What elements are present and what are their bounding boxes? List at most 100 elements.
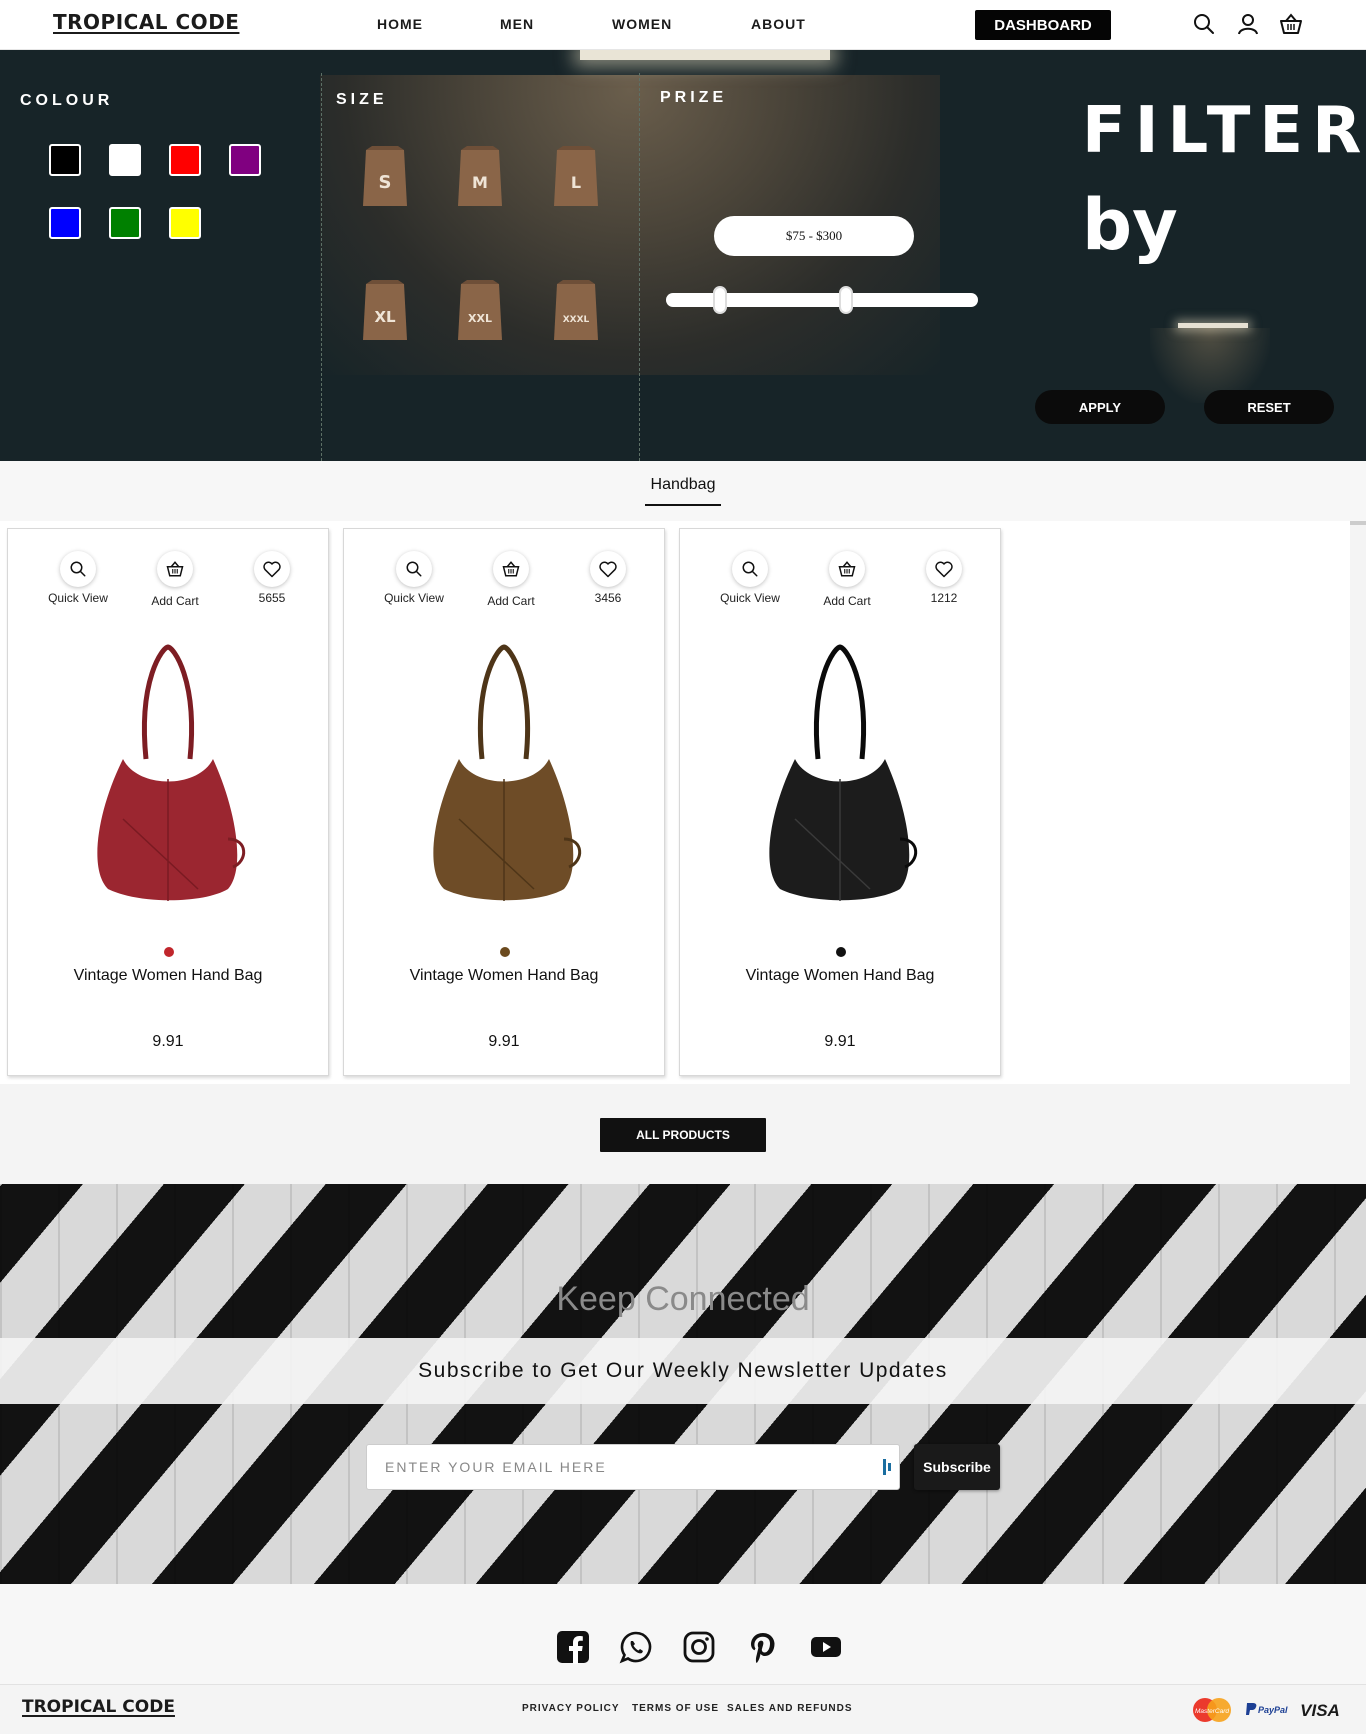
quick-view-button[interactable]: Quick View (366, 551, 462, 605)
search-icon[interactable] (1192, 12, 1216, 36)
like-button[interactable]: 1212 (896, 551, 992, 605)
like-count: 5655 (258, 591, 286, 605)
colour-title: COLOUR (20, 92, 114, 109)
like-button[interactable]: 3456 (560, 551, 656, 605)
colour-swatch-red[interactable] (169, 144, 201, 176)
product-price: 9.91 (488, 1033, 520, 1050)
product-name[interactable]: Vintage Women Hand Bag (344, 967, 664, 985)
add-cart-button[interactable]: Add Cart (463, 551, 559, 608)
newsletter-section: Keep Connected Subscribe to Get Our Week… (0, 1184, 1366, 1584)
scrollbar[interactable] (1350, 521, 1366, 525)
product-card[interactable]: Quick View Add Cart 3456 Vintage Women H… (343, 528, 665, 1076)
footer: TROPICAL CODE PRIVACY POLICY TERMS OF US… (0, 1684, 1366, 1734)
filter-heading: FILTER (1082, 94, 1366, 168)
svg-text:XXL: XXL (468, 312, 492, 325)
sales-and-refunds-link[interactable]: SALES AND REFUNDS (727, 1703, 853, 1714)
product-image[interactable] (404, 639, 604, 909)
product-image[interactable] (68, 639, 268, 909)
basket-icon[interactable] (1279, 12, 1303, 36)
quick-view-button[interactable]: Quick View (30, 551, 126, 605)
email-input[interactable] (366, 1444, 900, 1490)
add-cart-button[interactable]: Add Cart (799, 551, 895, 608)
color-dot (164, 947, 174, 957)
basket-icon (166, 561, 184, 577)
svg-text:L: L (571, 173, 581, 192)
quick-view-label: Quick View (384, 591, 444, 605)
search-icon (742, 561, 758, 577)
colour-swatch-yellow[interactable] (169, 207, 201, 239)
colour-swatch-green[interactable] (109, 207, 141, 239)
colour-swatch-white[interactable] (109, 144, 141, 176)
size-option-xxxl[interactable]: XXXL (551, 280, 601, 344)
wall-light (1178, 323, 1248, 328)
heart-icon (599, 561, 617, 578)
dashboard-button[interactable]: DASHBOARD (975, 10, 1111, 40)
add-cart-label: Add Cart (151, 594, 199, 608)
facebook-icon[interactable] (556, 1630, 590, 1664)
size-option-xxl[interactable]: XXL (455, 280, 505, 344)
search-icon (406, 561, 422, 577)
add-cart-label: Add Cart (823, 594, 871, 608)
like-count: 3456 (594, 591, 622, 605)
price-title: PRIZE (660, 89, 728, 106)
site-logo[interactable]: TROPICAL CODE (53, 10, 239, 34)
subscribe-button[interactable]: Subscribe (914, 1444, 1000, 1490)
product-name[interactable]: Vintage Women Hand Bag (680, 967, 1000, 985)
basket-icon (838, 561, 856, 577)
product-card[interactable]: Quick View Add Cart 5655 Vintage Women H… (7, 528, 329, 1076)
product-card[interactable]: Quick View Add Cart 1212 Vintage Women H… (679, 528, 1001, 1076)
size-option-l[interactable]: L (551, 146, 601, 210)
user-icon[interactable] (1236, 12, 1260, 36)
divider (321, 73, 322, 461)
nav-women[interactable]: WOMEN (612, 16, 672, 32)
top-navbar: TROPICAL CODE HOME MEN WOMEN ABOUT DASHB… (0, 0, 1366, 50)
youtube-icon[interactable] (809, 1630, 843, 1664)
price-slider-max-handle[interactable] (839, 286, 853, 314)
terms-of-use-link[interactable]: TERMS OF USE (632, 1703, 719, 1714)
colour-swatch-black[interactable] (49, 144, 81, 176)
reset-button[interactable]: RESET (1204, 390, 1334, 424)
divider (639, 73, 640, 461)
colour-swatch-blue[interactable] (49, 207, 81, 239)
add-cart-button[interactable]: Add Cart (127, 551, 223, 608)
visa-icon: VISA (1300, 1701, 1340, 1720)
colour-swatch-purple[interactable] (229, 144, 261, 176)
color-dot (500, 947, 510, 957)
nav-men[interactable]: MEN (500, 16, 534, 32)
pinterest-icon[interactable] (746, 1630, 780, 1664)
apply-button[interactable]: APPLY (1035, 390, 1165, 424)
password-manager-icon[interactable] (883, 1459, 893, 1475)
instagram-icon[interactable] (682, 1630, 716, 1664)
svg-text:XXXL: XXXL (563, 315, 590, 325)
nav-home[interactable]: HOME (377, 16, 423, 32)
nav-about[interactable]: ABOUT (751, 16, 806, 32)
like-button[interactable]: 5655 (224, 551, 320, 605)
svg-text:PayPal: PayPal (1258, 1705, 1288, 1715)
privacy-policy-link[interactable]: PRIVACY POLICY (522, 1703, 620, 1714)
svg-text:MasterCard: MasterCard (1195, 1708, 1229, 1715)
price-range-display: $75 - $300 (714, 216, 914, 256)
newsletter-subtitle: Subscribe to Get Our Weekly Newsletter U… (0, 1338, 1366, 1404)
product-price: 9.91 (152, 1033, 184, 1050)
ceiling-light (580, 50, 830, 60)
product-name[interactable]: Vintage Women Hand Bag (8, 967, 328, 985)
quick-view-label: Quick View (720, 591, 780, 605)
color-dot (836, 947, 846, 957)
size-option-s[interactable]: S (360, 146, 410, 210)
quick-view-button[interactable]: Quick View (702, 551, 798, 605)
svg-text:VISA: VISA (1300, 1701, 1340, 1720)
heart-icon (935, 561, 953, 578)
like-count: 1212 (930, 591, 958, 605)
price-slider-min-handle[interactable] (713, 286, 727, 314)
size-option-m[interactable]: M (455, 146, 505, 210)
whatsapp-icon[interactable] (619, 1630, 653, 1664)
size-title: SIZE (336, 91, 388, 108)
size-option-xl[interactable]: XL (360, 280, 410, 344)
footer-logo[interactable]: TROPICAL CODE (22, 1697, 175, 1717)
search-icon (70, 561, 86, 577)
product-image[interactable] (740, 639, 940, 909)
filter-heading-by: by (1082, 184, 1178, 266)
all-products-button[interactable]: ALL PRODUCTS (600, 1118, 766, 1152)
mastercard-icon: MasterCard (1193, 1698, 1231, 1722)
tab-handbag[interactable]: Handbag (645, 476, 721, 506)
